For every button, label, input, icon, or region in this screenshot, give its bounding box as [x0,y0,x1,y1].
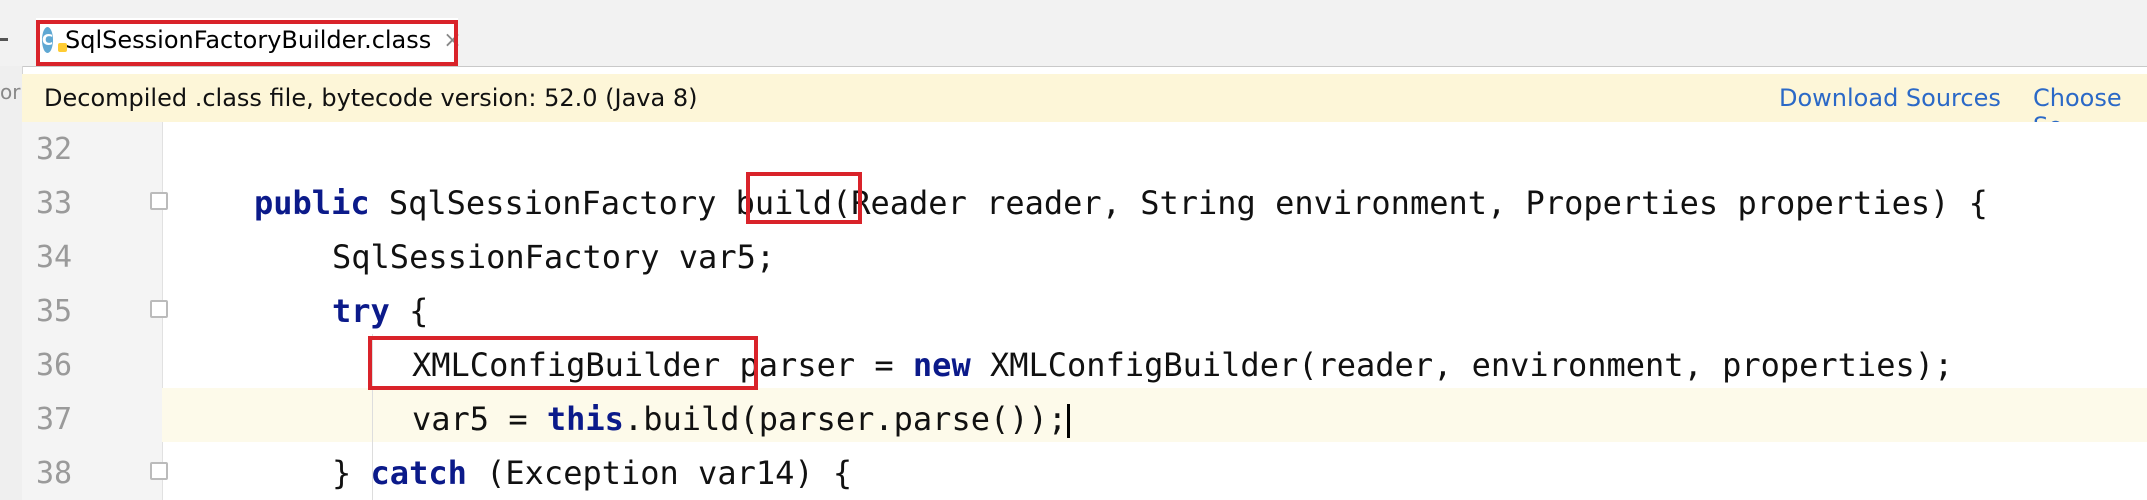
keyword-token: try [332,292,390,330]
keyword-token: public [254,184,370,222]
line-number: 33 [36,186,73,221]
keyword-token: new [912,346,971,384]
code-editor[interactable]: 32 33 public SqlSessionFactory build(Rea… [22,122,2147,500]
class-file-icon: C [42,27,68,53]
code-token: SqlSessionFactory [369,184,736,222]
line-number: 32 [36,132,73,167]
keyword-token: catch [370,454,467,492]
code-token: XMLConfigBuilder(reader, environment, pr… [970,346,1954,384]
line-number: 37 [36,402,73,437]
code-text: public SqlSessionFactory build(Reader re… [254,184,1988,222]
text-caret [1067,404,1071,438]
code-line[interactable]: 38 } catch (Exception var14) { [22,446,2147,500]
line-number: 34 [36,240,73,275]
class-name-token: XMLConfigBuilder [412,346,721,384]
line-number: 38 [36,456,73,491]
line-number: 36 [36,348,73,383]
code-token: (Reader reader, String environment, Prop… [831,184,1988,222]
code-text: XMLConfigBuilder parser = new XMLConfigB… [412,346,1953,384]
tab-title: SqlSessionFactoryBuilder.class [65,26,432,54]
code-token: { [389,292,429,330]
code-line[interactable]: 33 public SqlSessionFactory build(Reader… [22,176,2147,230]
tab-sqlsessionfactorybuilder[interactable]: C SqlSessionFactoryBuilder.class × [36,18,462,66]
keyword-token: this [546,400,624,438]
method-name-token: build [735,184,832,222]
fold-marker-icon[interactable] [150,462,168,480]
left-tool-strip [0,66,23,500]
editor-tab-bar: C SqlSessionFactoryBuilder.class × [0,12,2147,67]
code-line[interactable]: 35 try { [22,284,2147,338]
code-token: var5 = [412,400,547,438]
code-line[interactable]: 36 XMLConfigBuilder parser = new XMLConf… [22,338,2147,392]
fold-marker-icon[interactable] [150,300,168,318]
download-sources-link[interactable]: Download Sources [1779,84,2001,112]
code-text: var5 = this.build(parser.parse()); [412,400,1071,438]
code-token: (Exception var14) { [466,454,853,492]
code-text: try { [332,292,428,330]
code-token: parser = [720,346,913,384]
decompiled-notice-banner: Decompiled .class file, bytecode version… [22,74,2147,140]
code-text: SqlSessionFactory var5; [332,238,775,276]
code-token: SqlSessionFactory var5; [332,238,776,276]
code-token: .build(parser.parse()); [623,400,1068,438]
decompiled-notice-text: Decompiled .class file, bytecode version… [44,84,698,112]
line-number: 35 [36,294,73,329]
code-text: } catch (Exception var14) { [332,454,852,492]
code-line[interactable]: 32 [22,122,2147,176]
code-line-current[interactable]: 37 var5 = this.build(parser.parse()); [22,392,2147,446]
left-tool-label: or [0,80,21,104]
code-line[interactable]: 34 SqlSessionFactory var5; [22,230,2147,284]
close-icon[interactable]: × [443,28,461,53]
code-token: } [332,454,371,492]
fold-marker-icon[interactable] [150,192,168,210]
tab-scroll-indicator[interactable] [0,38,8,41]
